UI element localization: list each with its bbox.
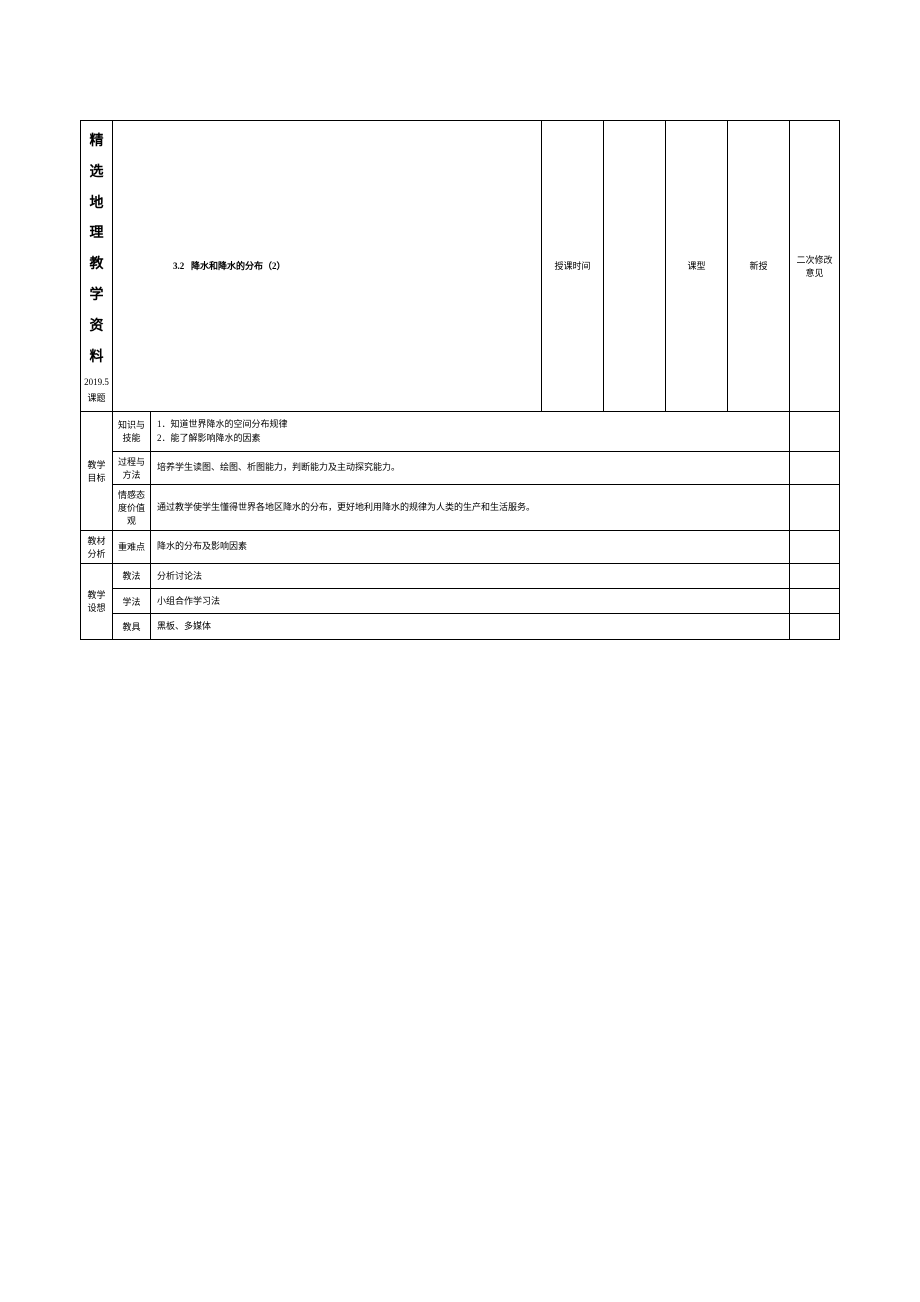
date-text: 2019.5 xyxy=(83,377,110,389)
lesson-plan-table: 精选地理教学资料 2019.5 课题 3.2 降水和降水的分布（2） 授课时间 … xyxy=(80,120,840,640)
revision-label-1: 二次修改 xyxy=(796,255,832,265)
revision-cell-5 xyxy=(790,563,840,588)
process-row: 过程与 方法 培养学生读图、绘图、析图能力，判断能力及主动探究能力。 xyxy=(81,451,840,484)
material-row: 教材 分析 重难点 降水的分布及影响因素 xyxy=(81,530,840,563)
type-label: 课型 xyxy=(666,121,728,412)
topic-label: 课题 xyxy=(83,393,110,405)
revision-label-2: 意见 xyxy=(805,268,823,278)
section-title: 降水和降水的分布（2） xyxy=(191,261,286,271)
revision-cell-4 xyxy=(790,530,840,563)
time-value xyxy=(604,121,666,412)
revision-cell-7 xyxy=(790,614,840,639)
process-label: 过程与 方法 xyxy=(113,451,151,484)
time-label: 授课时间 xyxy=(542,121,604,412)
knowledge-label: 知识与 技能 xyxy=(113,411,151,451)
header-row: 精选地理教学资料 2019.5 课题 3.2 降水和降水的分布（2） 授课时间 … xyxy=(81,121,840,412)
knowledge-content: 1．知道世界降水的空间分布规律 2．能了解影响降水的因素 xyxy=(151,411,790,451)
teaching-method-content: 分析讨论法 xyxy=(151,563,790,588)
material-label: 教材 分析 xyxy=(81,530,113,563)
revision-cell-6 xyxy=(790,588,840,613)
objectives-label: 教学 目标 xyxy=(81,411,113,530)
keypoints-label: 重难点 xyxy=(113,530,151,563)
teaching-method-row: 教学 设想 教法 分析讨论法 xyxy=(81,563,840,588)
tools-label: 教具 xyxy=(113,614,151,639)
learning-method-content: 小组合作学习法 xyxy=(151,588,790,613)
type-value: 新授 xyxy=(728,121,790,412)
emotion-content: 通过教学使学生懂得世界各地区降水的分布，更好地利用降水的规律为人类的生产和生活服… xyxy=(151,484,790,530)
keypoints-content: 降水的分布及影响因素 xyxy=(151,530,790,563)
teaching-method-label: 教法 xyxy=(113,563,151,588)
knowledge-line-1: 1．知道世界降水的空间分布规律 xyxy=(157,417,783,431)
tools-row: 教具 黑板、多媒体 xyxy=(81,614,840,639)
revision-cell-1 xyxy=(790,411,840,451)
material-header-cell: 精选地理教学资料 2019.5 课题 xyxy=(81,121,113,412)
section-number: 3.2 xyxy=(173,261,184,271)
lesson-title-cell: 3.2 降水和降水的分布（2） xyxy=(113,121,542,412)
emotion-label: 情感态 度价值 观 xyxy=(113,484,151,530)
tools-content: 黑板、多媒体 xyxy=(151,614,790,639)
revision-label-cell: 二次修改 意见 xyxy=(790,121,840,412)
revision-cell-2 xyxy=(790,451,840,484)
learning-method-row: 学法 小组合作学习法 xyxy=(81,588,840,613)
process-content: 培养学生读图、绘图、析图能力，判断能力及主动探究能力。 xyxy=(151,451,790,484)
design-label: 教学 设想 xyxy=(81,563,113,639)
knowledge-row: 教学 目标 知识与 技能 1．知道世界降水的空间分布规律 2．能了解影响降水的因… xyxy=(81,411,840,451)
revision-cell-3 xyxy=(790,484,840,530)
material-prefix: 精选地理教学资料 xyxy=(83,127,110,373)
learning-method-label: 学法 xyxy=(113,588,151,613)
emotion-row: 情感态 度价值 观 通过教学使学生懂得世界各地区降水的分布，更好地利用降水的规律… xyxy=(81,484,840,530)
knowledge-line-2: 2．能了解影响降水的因素 xyxy=(157,431,783,445)
